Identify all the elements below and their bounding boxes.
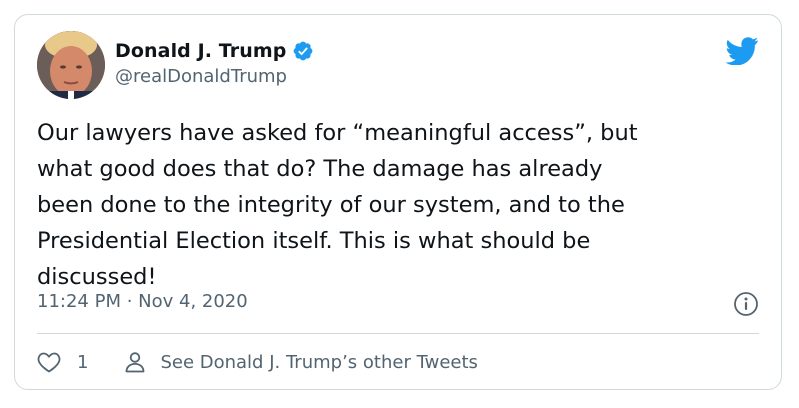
tweet-timestamp[interactable]: 11:24 PM · Nov 4, 2020: [37, 291, 248, 312]
divider: [37, 333, 759, 334]
tweet-card: Donald J. Trump @realDonaldTrump Our law…: [14, 14, 782, 390]
other-tweets-link[interactable]: See Donald J. Trump’s other Tweets: [124, 351, 478, 373]
verified-badge-icon: [294, 41, 313, 61]
person-icon: [126, 352, 145, 373]
avatar-image: [37, 31, 105, 99]
action-bar: 1 See Donald J. Trump’s other Tweets: [37, 349, 478, 375]
info-icon[interactable]: [733, 291, 759, 317]
like-button[interactable]: 1: [37, 351, 124, 373]
other-tweets-label: See Donald J. Trump’s other Tweets: [160, 351, 478, 373]
heart-icon: [37, 352, 61, 373]
author-display-name[interactable]: Donald J. Trump: [115, 40, 286, 62]
author-handle[interactable]: @realDonaldTrump: [115, 66, 314, 87]
twitter-bird-icon[interactable]: [725, 37, 759, 65]
like-count: 1: [77, 351, 89, 373]
tweet-text: Our lawyers have asked for “meaningful a…: [37, 120, 638, 290]
author-avatar[interactable]: [37, 31, 105, 99]
author-block[interactable]: Donald J. Trump @realDonaldTrump: [115, 39, 314, 87]
